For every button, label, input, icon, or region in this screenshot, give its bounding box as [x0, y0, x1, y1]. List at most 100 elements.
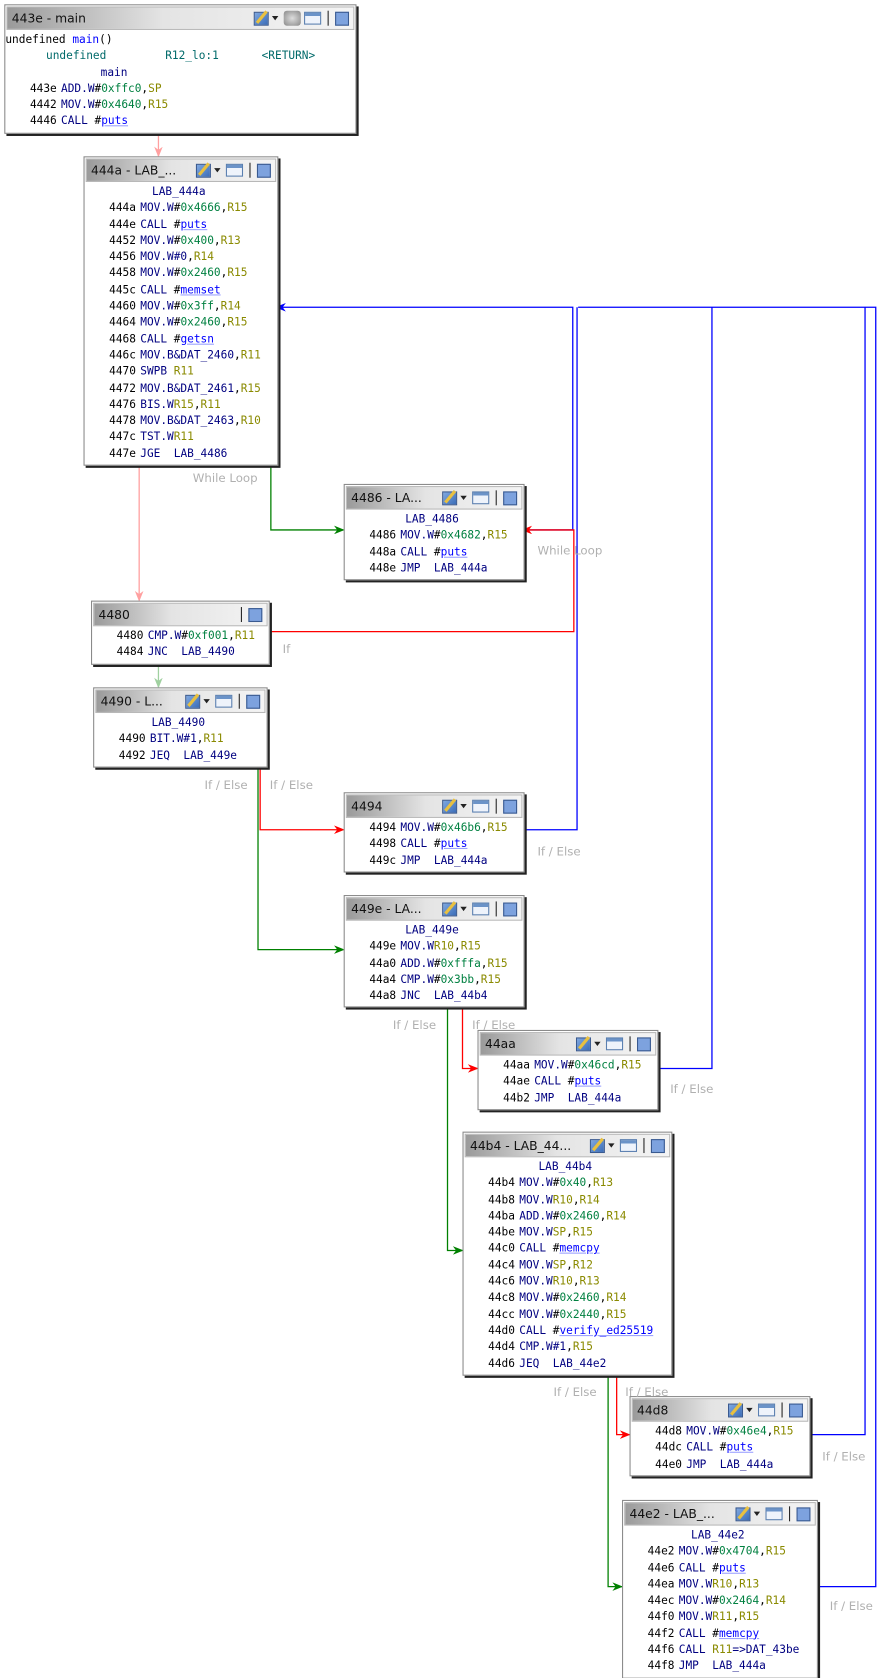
instruction-row[interactable]: 44f8 JMP LAB_444a [623, 1659, 812, 1675]
instruction-row[interactable]: 44d6 JEQ LAB_44e2 [464, 1356, 667, 1372]
instruction-row[interactable]: 44e0 JMP LAB_444a [631, 1457, 806, 1473]
window-icon[interactable] [472, 799, 490, 813]
instruction-row[interactable]: 4490 BIT.W#1,R11 [94, 732, 262, 748]
instruction-row[interactable]: 449c JMP LAB_444a [345, 853, 520, 869]
edge-back-edge[interactable] [522, 307, 578, 831]
window-icon[interactable] [757, 1403, 776, 1417]
edit-icon[interactable] [195, 163, 211, 178]
code-block-44e2[interactable]: 44e2 - LAB_... LAB_44e2 44e2 MOV.W#0x4704,R… [622, 1499, 818, 1678]
instruction-row[interactable]: 44a8 JNC LAB_44b4 [345, 988, 520, 1004]
instruction-row[interactable]: 4464 MOV.W#0x2460,R15 [85, 315, 273, 331]
dropdown-icon[interactable] [214, 168, 221, 173]
instruction-row[interactable]: 44dc CALL #puts [631, 1440, 806, 1456]
block-header[interactable]: 4494 [345, 794, 523, 818]
instruction-row[interactable]: 44c8 MOV.W#0x2460,R14 [464, 1290, 667, 1306]
block-header[interactable]: 44aa [479, 1032, 657, 1056]
edit-icon[interactable] [442, 901, 458, 916]
instruction-row[interactable]: 4442 MOV.W#0x4640,R15 [5, 98, 351, 114]
instruction-row[interactable]: 44d8 MOV.W#0x46e4,R15 [631, 1424, 806, 1440]
window-icon[interactable] [215, 694, 233, 708]
edge-back-edge[interactable] [808, 307, 866, 1436]
instruction-row[interactable]: 4446 CALL #puts [5, 114, 351, 130]
instruction-row[interactable]: 4460 MOV.W#0x3ff,R14 [85, 299, 273, 315]
instruction-row[interactable]: 44e6 CALL #puts [623, 1560, 812, 1576]
instruction-row[interactable]: 44c0 CALL #memcpy [464, 1241, 667, 1257]
fullscreen-icon[interactable] [637, 1036, 651, 1051]
block-header[interactable]: 4480 [93, 602, 268, 627]
instruction-row[interactable]: 4452 MOV.W#0x400,R13 [85, 233, 273, 249]
edge-true-edge[interactable] [446, 1004, 464, 1255]
instruction-row[interactable]: 448e JMP LAB_444a [345, 561, 520, 577]
instruction-row[interactable]: 44d4 CMP.W#1,R15 [464, 1340, 667, 1356]
window-icon[interactable] [225, 163, 244, 177]
function-link[interactable]: memset [180, 283, 220, 296]
instruction-row[interactable]: 44b8 MOV.WR10,R14 [464, 1192, 667, 1208]
block-header[interactable]: 449e - LA... [345, 897, 523, 921]
instruction-row[interactable]: 445c CALL #memset [85, 282, 273, 298]
instruction-row[interactable]: 4498 CALL #puts [345, 836, 520, 852]
fullscreen-icon[interactable] [789, 1403, 803, 1417]
operand-label[interactable]: LAB_4490 [181, 646, 235, 659]
block-header[interactable]: 443e - main [6, 6, 355, 30]
dropdown-icon[interactable] [271, 16, 279, 21]
instruction-row[interactable]: 4458 MOV.W#0x2460,R15 [85, 266, 273, 282]
block-header[interactable]: 4486 - LA... [345, 486, 523, 510]
instruction-row[interactable]: 44a4 CMP.W#0x3bb,R15 [345, 972, 520, 988]
instruction-row[interactable]: 44ae CALL #puts [479, 1074, 654, 1090]
operand-label[interactable]: LAB_444a [434, 854, 488, 867]
instruction-row[interactable]: 44b4 MOV.W#0x40,R13 [464, 1176, 667, 1192]
code-block-4480[interactable]: 4480 4480 CMP.W#0xf001,R11 4484 JNC LAB_4490 [91, 600, 270, 665]
instruction-row[interactable]: 44ea MOV.WR10,R13 [623, 1577, 812, 1593]
dropdown-icon[interactable] [594, 1041, 601, 1046]
fullscreen-icon[interactable] [503, 901, 518, 916]
fullscreen-icon[interactable] [335, 11, 350, 26]
code-block-44b4[interactable]: 44b4 - LAB_44... LAB_44b4 44b4 MOV.W#0x40,R… [462, 1131, 673, 1376]
block-header[interactable]: 444a - LAB_... [85, 158, 277, 183]
code-block-44aa[interactable]: 44aa 44aa MOV.W#0x46cd,R15 44ae CALL #puts 44… [477, 1029, 659, 1111]
instruction-row[interactable]: 4470 SWPB R11 [85, 364, 273, 380]
function-link[interactable]: puts [101, 115, 128, 128]
instruction-row[interactable]: 4484 JNC LAB_4490 [92, 645, 264, 661]
fullscreen-icon[interactable] [796, 1506, 811, 1521]
operand-label[interactable]: LAB_444a [568, 1092, 622, 1105]
instruction-row[interactable]: 44f6 CALL R11=>DAT_43be [623, 1642, 812, 1658]
window-icon[interactable] [304, 11, 322, 25]
edit-icon[interactable] [253, 11, 269, 26]
instruction-row[interactable]: 4476 BIS.WR15,R11 [85, 397, 273, 413]
instruction-row[interactable]: 4478 MOV.B&DAT_2463,R10 [85, 413, 273, 429]
edit-icon[interactable] [442, 490, 458, 505]
edit-icon[interactable] [442, 799, 458, 814]
instruction-row[interactable]: 44e2 MOV.W#0x4704,R15 [623, 1544, 812, 1560]
function-link[interactable]: getsn [180, 333, 213, 346]
fullscreen-icon[interactable] [650, 1138, 665, 1153]
operand-label[interactable]: &DAT_2460 [174, 349, 234, 362]
dropdown-icon[interactable] [203, 699, 210, 704]
function-link[interactable]: puts [441, 546, 468, 559]
operand-label[interactable]: LAB_444a [712, 1660, 766, 1673]
instruction-row[interactable]: 44be MOV.WSP,R15 [464, 1225, 667, 1241]
fullscreen-icon[interactable] [248, 607, 263, 622]
code-block-44d8[interactable]: 44d8 44d8 MOV.W#0x46e4,R15 44dc CALL #puts 44… [629, 1396, 811, 1477]
window-icon[interactable] [472, 902, 490, 916]
edge-false-edge[interactable] [461, 1004, 479, 1073]
code-block-4494[interactable]: 4494 4494 MOV.W#0x46b6,R15 4498 CALL #puts 44… [343, 792, 525, 873]
instruction-row[interactable]: 44c4 MOV.WSP,R12 [464, 1258, 667, 1274]
edit-icon[interactable] [589, 1138, 605, 1153]
function-link[interactable]: puts [180, 218, 207, 231]
instruction-row[interactable]: 4468 CALL #getsn [85, 332, 273, 348]
operand-label[interactable]: LAB_444a [720, 1458, 774, 1471]
window-icon[interactable] [472, 491, 490, 505]
edge-true-edge[interactable] [270, 457, 345, 535]
function-graph[interactable]: 443e - main undefined main() undefined R12_… [0, 0, 880, 1678]
instruction-row[interactable]: 44f2 CALL #memcpy [623, 1626, 812, 1642]
fullscreen-icon[interactable] [256, 163, 271, 178]
instruction-row[interactable]: 443e ADD.W#0xffc0,SP [5, 81, 351, 97]
dropdown-icon[interactable] [460, 495, 467, 500]
window-icon[interactable] [765, 1507, 783, 1521]
edge-false-edge[interactable] [616, 1370, 631, 1439]
operand-label[interactable]: LAB_449e [183, 749, 237, 762]
instruction-row[interactable]: 4456 MOV.W#0,R14 [85, 250, 273, 266]
code-block-444a[interactable]: 444a - LAB_... LAB_444a 444a MOV.W#0x4666,R… [83, 156, 279, 466]
code-block-443e[interactable]: 443e - main undefined main() undefined R12_… [4, 4, 357, 134]
window-icon[interactable] [619, 1139, 638, 1152]
